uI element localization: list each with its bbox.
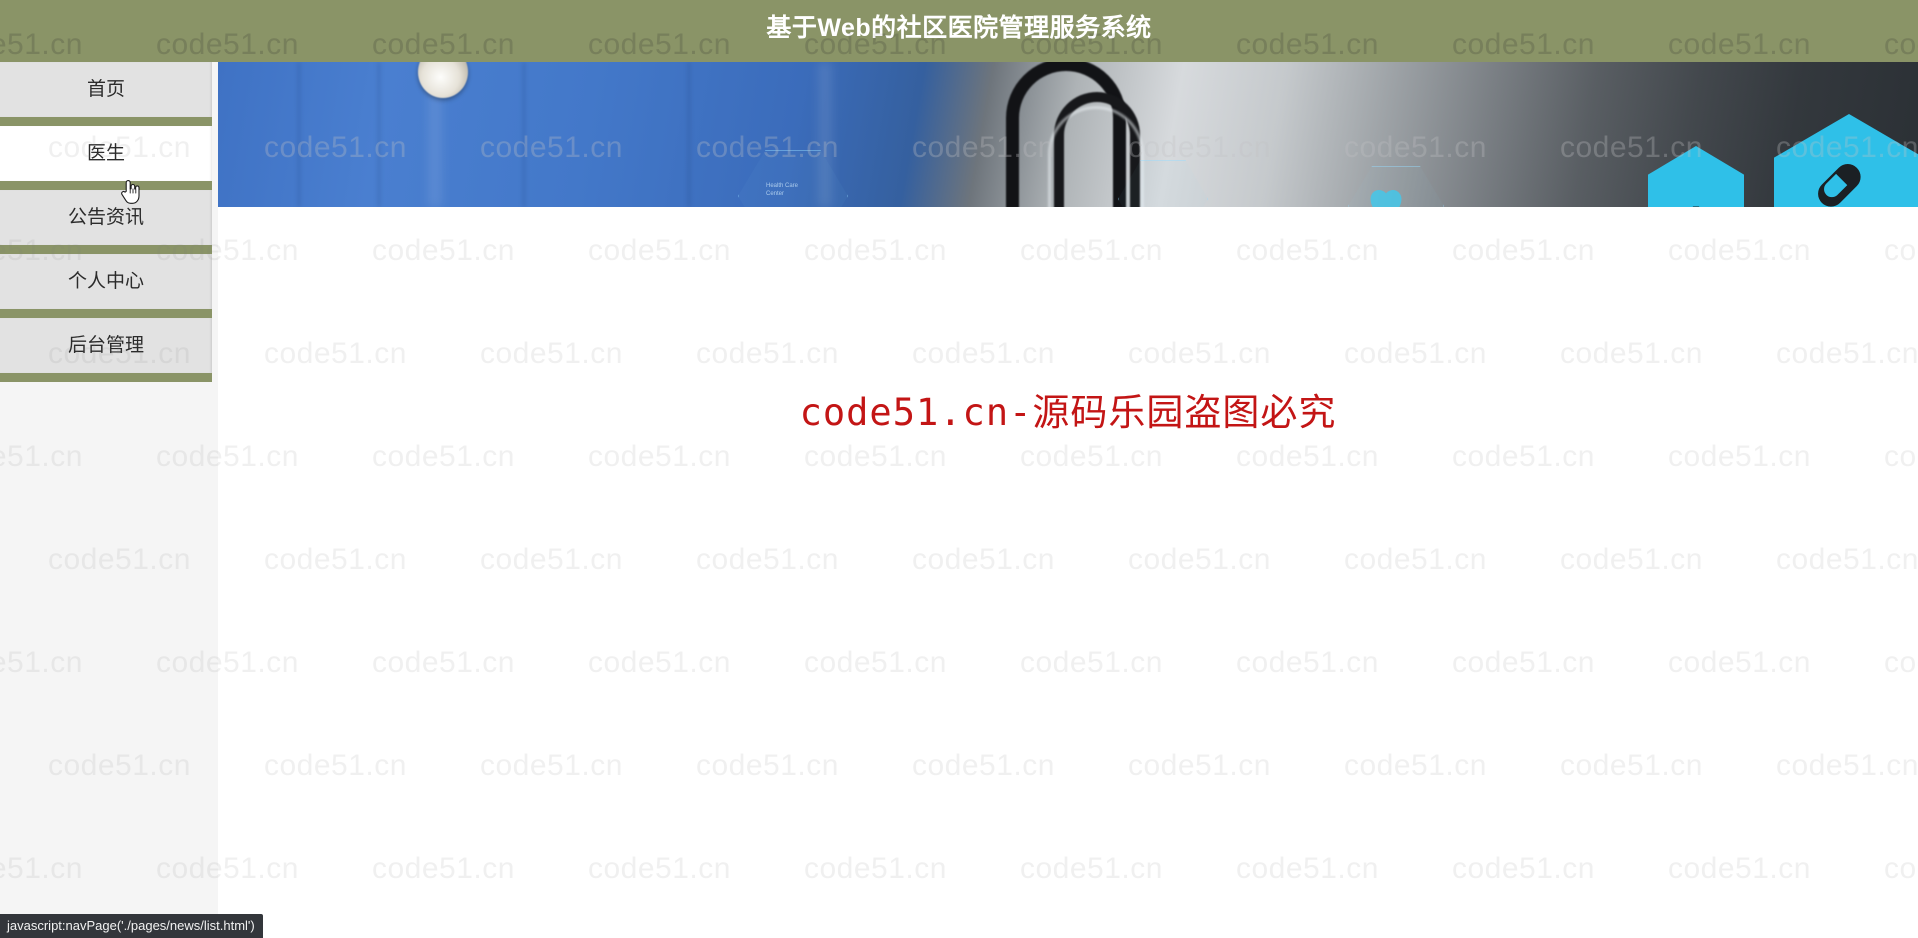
- watermark-text: code51.cn: [480, 131, 623, 164]
- sidebar-item-label: 个人中心: [67, 271, 144, 292]
- sidebar-item-label: 公告资讯: [67, 207, 144, 228]
- watermark-text: code51.cn: [1776, 131, 1918, 164]
- sidebar-item-personal-center[interactable]: 个人中心: [0, 254, 212, 318]
- sidebar-menu-list: 首页医生公告资讯个人中心后台管理: [0, 62, 212, 382]
- sidebar-item-label: 后台管理: [67, 335, 144, 356]
- watermark-text: code51.cn: [1128, 131, 1271, 164]
- sidebar-item-doctor[interactable]: 医生: [0, 126, 212, 190]
- hero-banner: Health Care Center code51.cn code51.cn cod…: [218, 62, 1918, 207]
- main-content: code51.cn-源码乐园盗图必究: [218, 207, 1918, 938]
- browser-status-bar: javascript:navPage('./pages/news/list.ht…: [0, 914, 263, 938]
- sidebar-item-home[interactable]: 首页: [0, 62, 212, 126]
- sidebar-nav: 首页医生公告资讯个人中心后台管理: [0, 62, 218, 938]
- sidebar-item-label: 医生: [86, 143, 125, 164]
- app-header: code51.cncode51.cncode51.cncode51.cncode…: [0, 0, 1918, 62]
- watermark-text: code51.cn: [1560, 131, 1703, 164]
- sidebar-item-admin-backend[interactable]: 后台管理: [0, 318, 212, 382]
- watermark-text: code51.cn: [1344, 131, 1487, 164]
- watermark-text: code51.cn: [912, 131, 1055, 164]
- sidebar-item-label: 首页: [86, 79, 125, 100]
- app-root: Health Care Center code51.cn code51.cn cod…: [0, 0, 1918, 938]
- watermark-text: code51.cn: [264, 131, 407, 164]
- page-title: 基于Web的社区医院管理服务系统: [766, 14, 1152, 42]
- watermark-text: code51.cn: [696, 131, 839, 164]
- copyright-notice: code51.cn-源码乐园盗图必究: [799, 391, 1337, 434]
- banner-watermark: code51.cn code51.cn code51.cn code51.cn code…: [218, 62, 1918, 207]
- sidebar-item-news[interactable]: 公告资讯: [0, 190, 212, 254]
